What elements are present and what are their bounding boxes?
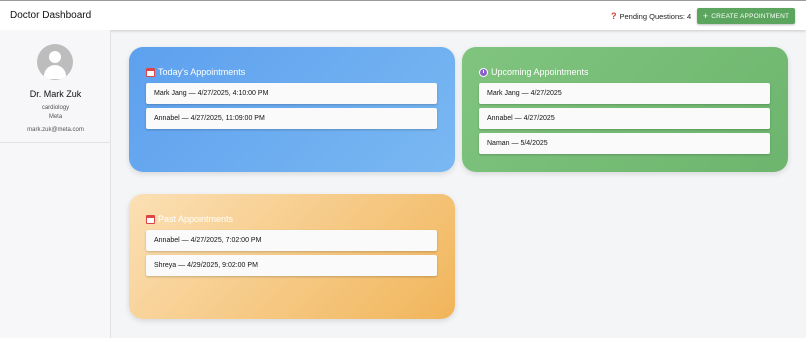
- card-title: Upcoming Appointments: [479, 67, 589, 77]
- appointment-item[interactable]: Annabel — 4/27/2025, 7:02:00 PM: [146, 230, 437, 251]
- doctor-email: mark.zuk@meta.com: [27, 127, 84, 133]
- pending-questions-label: Pending Questions: 4: [619, 11, 692, 21]
- calendar-icon: [146, 214, 155, 224]
- upcoming-appointments-card: Upcoming Appointments Mark Jang — 4/27/2…: [462, 47, 788, 172]
- sidebar-divider: [0, 142, 111, 143]
- doctor-specialty: cardiology: [41, 105, 70, 111]
- past-appointments-card: Past Appointments Annabel — 4/27/2025, 7…: [129, 194, 455, 319]
- sidebar: Dr. Mark Zuk cardiology Meta mark.zuk@me…: [0, 30, 111, 338]
- appointment-item[interactable]: Annabel — 4/27/2025: [479, 108, 770, 129]
- doctor-name: Dr. Mark Zuk: [29, 89, 82, 99]
- appointment-item[interactable]: Mark Jang — 4/27/2025: [479, 83, 770, 104]
- todays-appointments-title: Today's Appointments: [158, 67, 246, 77]
- plus-icon: +: [702, 10, 709, 21]
- appointment-item[interactable]: Naman — 5/4/2025: [479, 133, 770, 154]
- top-bar: Doctor Dashboard ? Pending Questions: 4 …: [0, 0, 806, 30]
- doctor-organization: Meta: [48, 114, 63, 120]
- create-appointment-label: CREATE APPOINTMENT: [711, 12, 790, 20]
- todays-appointments-card: Today's Appointments Mark Jang — 4/27/20…: [129, 47, 455, 172]
- user-avatar-icon: [37, 44, 73, 80]
- calendar-icon: [146, 67, 155, 77]
- pending-questions[interactable]: ? Pending Questions: 4: [611, 11, 691, 21]
- card-title: Past Appointments: [146, 214, 233, 224]
- app-title: Doctor Dashboard: [10, 10, 92, 21]
- appointment-item[interactable]: Annabel — 4/27/2025, 11:09:00 PM: [146, 108, 437, 129]
- clock-icon: [479, 67, 488, 77]
- question-mark-icon: ?: [611, 11, 617, 21]
- upcoming-appointments-title: Upcoming Appointments: [491, 67, 589, 77]
- create-appointment-button[interactable]: + CREATE APPOINTMENT: [697, 8, 795, 24]
- past-appointments-title: Past Appointments: [158, 214, 234, 224]
- appointment-item[interactable]: Mark Jang — 4/27/2025, 4:10:00 PM: [146, 83, 437, 104]
- appointment-item[interactable]: Shreya — 4/29/2025, 9:02:00 PM: [146, 255, 437, 276]
- card-title: Today's Appointments: [146, 67, 245, 77]
